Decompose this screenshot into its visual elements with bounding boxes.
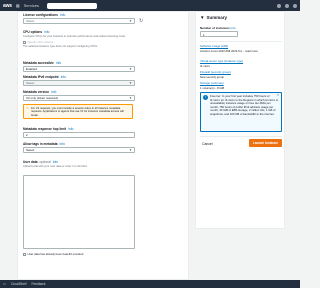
- specify-cpu-checkbox[interactable]: Specify CPU options: [23, 40, 126, 44]
- software-image-value: Amazon Linux 2023 AMI 2023.5.2... read m…: [200, 48, 258, 53]
- firewall-section: Firewall (security group) New security g…: [200, 70, 282, 79]
- cloudshell-link[interactable]: CloudShell: [11, 282, 26, 286]
- storage-value: 1 volume(s) - 8 GiB: [200, 85, 225, 90]
- cloudshell-icon: ▭: [3, 282, 7, 286]
- free-tier-alert: i × Free tier: In your first year includ…: [200, 92, 282, 132]
- hop-limit-field: Metadata response hop limit Info 2: [23, 127, 135, 138]
- license-config-field: License configurations Info Select ▼ ↻: [23, 13, 143, 24]
- info-link[interactable]: Info: [61, 75, 66, 79]
- tags-metadata-field: Allow tags in metadata Info Select ▼: [23, 142, 135, 153]
- cancel-button[interactable]: Cancel: [202, 142, 213, 146]
- metadata-accessible-select[interactable]: Enabled ▼: [23, 66, 135, 72]
- grid-icon[interactable]: ▦: [16, 3, 20, 8]
- metadata-ipv6-field: Metadata IPv6 endpoint Info Select ▼: [23, 75, 135, 86]
- metadata-version-label: Metadata version Info: [23, 90, 57, 94]
- bell-icon[interactable]: [277, 3, 281, 8]
- hop-limit-input[interactable]: 2: [23, 132, 135, 138]
- search-input[interactable]: [46, 2, 97, 9]
- metadata-v2-warning: ⚠ For V2 requests, you must include a se…: [23, 104, 133, 119]
- info-link[interactable]: Info: [68, 127, 73, 131]
- storage-section: Storage (volumes) 1 volume(s) - 8 GiB: [200, 81, 282, 90]
- settings-icon[interactable]: [293, 3, 297, 8]
- info-link[interactable]: Info: [51, 90, 56, 94]
- base64-checkbox-field: User data has already been base64 encode…: [23, 252, 83, 256]
- close-icon[interactable]: ×: [277, 93, 279, 98]
- license-label: License configurations Info: [23, 13, 66, 17]
- info-link[interactable]: Info: [53, 160, 58, 164]
- number-of-instances: Number of instances Info 1: [200, 26, 282, 37]
- checkbox-box[interactable]: [23, 40, 26, 44]
- caret-down-icon[interactable]: ▼: [200, 15, 204, 20]
- metadata-accessible-field: Metadata accessible Info Enabled ▼: [23, 61, 135, 72]
- services-menu[interactable]: Services: [24, 3, 39, 8]
- virtual-server-section: Virtual server type (instance type) t2.m…: [200, 59, 282, 68]
- info-link[interactable]: Info: [56, 61, 61, 65]
- summary-panel: ▼ Summary Number of instances Info 1 Soft…: [195, 11, 285, 229]
- bottom-bar: ▭ CloudShell Feedback: [0, 280, 300, 288]
- virtual-server-link[interactable]: Virtual server type (instance type): [200, 59, 282, 63]
- firewall-value: New security group: [200, 74, 224, 79]
- chevron-down-icon: ▼: [129, 81, 132, 85]
- aws-logo[interactable]: aws: [3, 3, 12, 9]
- summary-title: ▼ Summary: [200, 15, 227, 20]
- top-navigation-bar: aws ▦ Services: [0, 0, 300, 11]
- storage-link[interactable]: Storage (volumes): [200, 81, 282, 85]
- hop-limit-label: Metadata response hop limit Info: [23, 127, 74, 131]
- chevron-down-icon: ▼: [129, 148, 132, 152]
- metadata-version-field: Metadata version Info V2 only (token requ…: [23, 90, 135, 101]
- tags-metadata-select[interactable]: Select ▼: [23, 147, 135, 153]
- warning-icon: ⚠: [26, 106, 30, 110]
- metadata-accessible-label: Metadata accessible Info: [23, 61, 62, 65]
- cpu-options-note: The selected instance type does not supp…: [23, 45, 99, 48]
- software-image-link[interactable]: Software Image (AMI): [200, 44, 282, 48]
- checkbox-box[interactable]: [23, 252, 26, 256]
- license-select[interactable]: Select ▼: [23, 18, 135, 24]
- help-icon[interactable]: [285, 3, 289, 8]
- tags-metadata-label: Allow tags in metadata Info: [23, 142, 65, 146]
- main-content: License configurations Info Select ▼ ↻ CPU…: [0, 11, 300, 280]
- cpu-options-label: CPU options Info: [23, 30, 50, 34]
- number-of-instances-input[interactable]: 1: [200, 31, 238, 37]
- info-link[interactable]: Info: [60, 13, 65, 17]
- chevron-down-icon: ▼: [129, 96, 132, 100]
- chevron-down-icon: ▼: [129, 19, 132, 23]
- virtual-server-value: t2.micro: [200, 63, 210, 68]
- divider: [200, 136, 282, 137]
- metadata-version-select[interactable]: V2 only (token required) ▼: [23, 95, 135, 101]
- refresh-icon[interactable]: ↻: [139, 18, 143, 24]
- info-circle-icon: i: [203, 95, 208, 100]
- info-link[interactable]: Info: [44, 30, 49, 34]
- cpu-options-desc: Configure CPUs for your instance to opti…: [23, 35, 126, 38]
- software-image-section: Software Image (AMI) Amazon Linux 2023 A…: [200, 44, 282, 53]
- info-link[interactable]: Info: [60, 142, 65, 146]
- info-link[interactable]: Info: [231, 26, 236, 30]
- metadata-ipv6-label: Metadata IPv6 endpoint Info: [23, 75, 66, 79]
- firewall-link[interactable]: Firewall (security group): [200, 70, 282, 74]
- cpu-options-field: CPU options Info Configure CPUs for your …: [23, 30, 126, 48]
- user-data-textarea[interactable]: [23, 175, 135, 249]
- metadata-ipv6-select[interactable]: Select ▼: [23, 80, 135, 86]
- user-data-desc: Upload a file with your user data or ent…: [23, 165, 88, 168]
- user-data-label: User data optional Info: [23, 160, 59, 164]
- divider: [200, 41, 282, 42]
- advanced-details-panel: License configurations Info Select ▼ ↻ CPU…: [17, 11, 189, 280]
- chevron-down-icon: ▼: [129, 67, 132, 71]
- base64-checkbox[interactable]: User data has already been base64 encode…: [23, 252, 83, 256]
- number-of-instances-label: Number of instances Info: [200, 26, 236, 30]
- feedback-link[interactable]: Feedback: [31, 282, 45, 286]
- launch-instance-button[interactable]: Launch instance: [249, 139, 282, 147]
